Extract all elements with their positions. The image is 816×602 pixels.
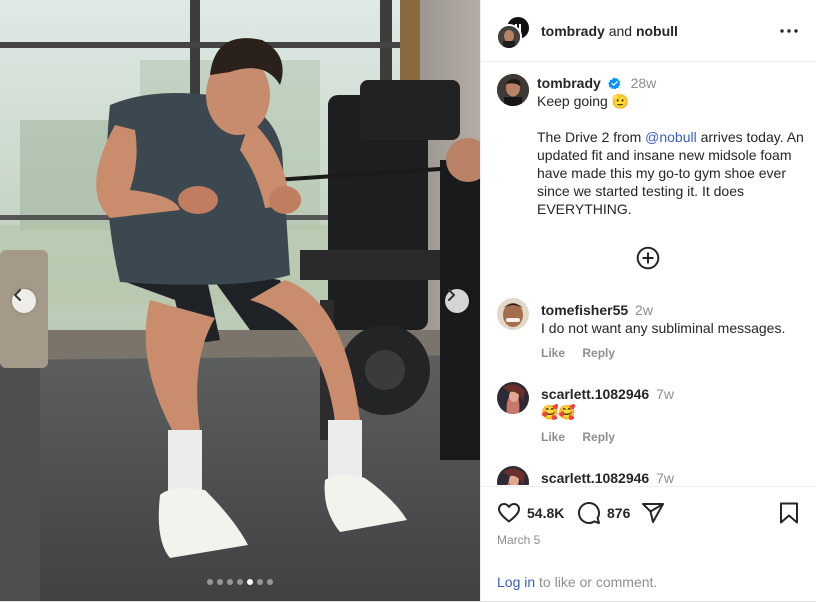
login-prompt-text: to like or comment.	[535, 574, 658, 590]
save-button[interactable]	[777, 501, 801, 525]
collab-avatars[interactable]	[496, 15, 531, 50]
like-count[interactable]: 54.8K	[527, 505, 564, 521]
carousel-dot	[247, 579, 253, 585]
mention-link[interactable]: @nobull	[645, 129, 697, 145]
carousel-dot	[227, 579, 233, 585]
comment-like-button[interactable]: Like	[541, 346, 565, 360]
comment-actions: Like Reply	[541, 430, 629, 444]
profile-photo	[497, 74, 529, 106]
caption-text-part: The Drive 2 from	[537, 129, 646, 145]
comment-avatar[interactable]	[497, 466, 529, 485]
comment-actions: Like Reply	[541, 346, 629, 360]
carousel-dot	[257, 579, 263, 585]
profile-photo	[498, 26, 520, 48]
author-username[interactable]: tombrady	[541, 23, 605, 39]
caption-username[interactable]: tombrady	[537, 75, 601, 91]
comment-count[interactable]: 876	[607, 505, 630, 521]
comment-username[interactable]: scarlett.1082946	[541, 470, 649, 485]
caption-timestamp[interactable]: 28w	[631, 75, 657, 91]
load-more-comments-button[interactable]	[636, 246, 660, 270]
comment-username[interactable]: tomefisher55	[541, 302, 628, 318]
carousel-dot	[237, 579, 243, 585]
carousel-dot	[217, 579, 223, 585]
comment-reply-button[interactable]: Reply	[582, 346, 615, 360]
send-icon	[642, 503, 664, 523]
action-bar: 54.8K 876	[497, 501, 802, 529]
comment-body: scarlett.1082946 7w	[541, 469, 811, 485]
previous-image-button[interactable]	[12, 289, 36, 313]
carousel-indicator	[207, 579, 273, 585]
comment-button[interactable]: 876	[577, 501, 630, 525]
comment-bubble-icon	[578, 502, 601, 524]
comment-text: 🥰🥰	[541, 404, 576, 420]
verified-badge-icon	[607, 77, 621, 90]
chevron-left-icon	[14, 289, 21, 301]
caption-body: tombrady 28w Keep going 🫡 The Drive 2 fr…	[537, 74, 812, 218]
post-media	[0, 0, 480, 601]
comment-text: I do not want any subliminal messages.	[541, 320, 786, 336]
comment-reply-button[interactable]: Reply	[582, 430, 615, 444]
comment-body: tomefisher55 2w I do not want any sublim…	[541, 301, 811, 337]
carousel-dot	[207, 579, 213, 585]
post-side-panel: tombrady and nobull tombrady 28w Keep go…	[480, 0, 816, 601]
next-image-button[interactable]	[445, 289, 469, 313]
caption-text: The Drive 2 from @nobull arrives today. …	[537, 128, 812, 218]
profile-photo	[497, 298, 529, 330]
plus-circle-icon	[636, 246, 660, 270]
like-button[interactable]: 54.8K	[497, 501, 564, 525]
share-button[interactable]	[641, 501, 665, 525]
post-date[interactable]: March 5	[497, 533, 540, 547]
comment-username[interactable]: scarlett.1082946	[541, 386, 649, 402]
post-authors: tombrady and nobull	[541, 23, 678, 39]
carousel-dot	[267, 579, 273, 585]
caption-avatar[interactable]	[497, 74, 529, 106]
avatar-tombrady	[496, 24, 522, 50]
post-dialog: tombrady and nobull tombrady 28w Keep go…	[0, 0, 816, 602]
author-conjunction: and	[608, 23, 633, 39]
profile-photo	[497, 382, 529, 414]
post-footer: 54.8K 876 March 5 Log in to like or comm…	[481, 486, 816, 602]
comment-timestamp[interactable]: 7w	[656, 386, 674, 402]
comment-avatar[interactable]	[497, 298, 529, 330]
more-dots-icon	[780, 29, 798, 33]
comment-timestamp[interactable]: 7w	[656, 470, 674, 485]
comment-avatar[interactable]	[497, 382, 529, 414]
post-photo	[0, 0, 480, 601]
chevron-right-icon	[448, 289, 455, 301]
post-header: tombrady and nobull	[481, 0, 816, 62]
bookmark-icon	[780, 502, 798, 524]
comments-section: tombrady 28w Keep going 🫡 The Drive 2 fr…	[481, 62, 816, 485]
comment-body: scarlett.1082946 7w 🥰🥰	[541, 385, 811, 421]
login-link[interactable]: Log in	[497, 574, 535, 590]
caption-line-1: Keep going 🫡	[537, 93, 630, 109]
heart-icon	[498, 503, 520, 523]
comment-like-button[interactable]: Like	[541, 430, 565, 444]
collaborator-username[interactable]: nobull	[636, 23, 678, 39]
comment-timestamp[interactable]: 2w	[635, 302, 653, 318]
more-options-button[interactable]	[778, 23, 800, 39]
login-prompt: Log in to like or comment.	[497, 574, 657, 590]
profile-photo	[497, 466, 529, 485]
